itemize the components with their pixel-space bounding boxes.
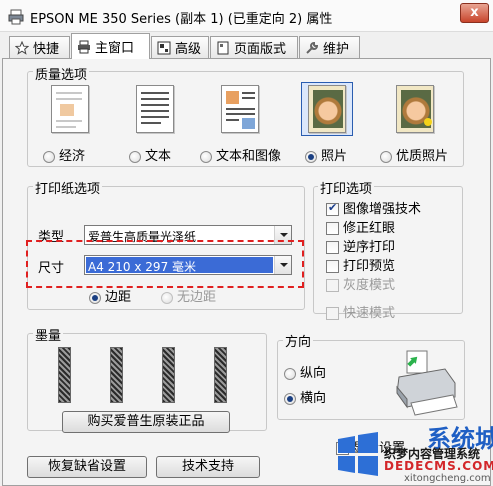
- tab-label: 维护: [323, 42, 350, 57]
- red-eye-checkbox-row[interactable]: 修正红眼: [326, 217, 395, 236]
- close-button[interactable]: x: [460, 3, 489, 23]
- title-bar[interactable]: EPSON ME 350 Series (副本 1) (已重定向 2) 属性 x: [0, 0, 493, 32]
- quality-text-image-option[interactable]: 文本和图像: [200, 145, 281, 164]
- printer-app-icon: [8, 9, 24, 25]
- grayscale-checkbox[interactable]: [326, 279, 339, 292]
- technical-support-button[interactable]: 技术支持: [156, 456, 260, 478]
- image-enhance-checkbox[interactable]: [326, 201, 339, 216]
- paper-size-value: A4 210 x 297 毫米: [88, 260, 197, 274]
- reverse-order-checkbox[interactable]: [326, 241, 339, 254]
- radio-economy[interactable]: [43, 150, 55, 163]
- quality-photo-option[interactable]: 照片: [305, 145, 347, 164]
- tab-maintenance[interactable]: 维护: [299, 36, 360, 58]
- tab-label: 主窗口: [95, 41, 135, 56]
- ink-level-label: 墨量: [33, 325, 64, 344]
- radio-text[interactable]: [129, 150, 141, 163]
- red-eye-checkbox[interactable]: [326, 222, 339, 235]
- borderless-option[interactable]: 无边距: [161, 286, 216, 305]
- reverse-order-checkbox-row[interactable]: 逆序打印: [326, 236, 395, 255]
- ink-cartridge-3: [162, 347, 175, 403]
- watermark-url: xitongcheng.com: [404, 473, 491, 484]
- star-icon: [14, 40, 30, 55]
- paper-size-select[interactable]: A4 210 x 297 毫米: [84, 255, 292, 275]
- quick-mode-checkbox[interactable]: [326, 307, 339, 320]
- wrench-icon: [305, 41, 319, 55]
- photo-quality-icon[interactable]: [301, 82, 353, 136]
- quality-economy-option[interactable]: 经济: [43, 145, 85, 164]
- portrait-option[interactable]: 纵向: [284, 362, 326, 381]
- print-preview-checkbox-row[interactable]: 打印预览: [326, 255, 395, 274]
- tab-shortcut[interactable]: 快捷: [9, 36, 70, 58]
- radio-borderless[interactable]: [161, 291, 173, 304]
- economy-quality-icon[interactable]: [45, 83, 95, 135]
- restore-defaults-button[interactable]: 恢复缺省设置: [27, 456, 147, 478]
- radio-text-image[interactable]: [200, 150, 212, 163]
- print-options-label: 打印选项: [318, 178, 375, 197]
- best-photo-quality-icon[interactable]: [390, 83, 440, 135]
- paper-size-label: 尺寸: [38, 261, 65, 276]
- watermark: 系统城 织梦内容管理系统 DEDECMS.COM xitongcheng.com: [332, 423, 493, 486]
- ink-cartridge-2: [110, 347, 123, 403]
- ink-cartridge-1: [58, 347, 71, 403]
- text-image-quality-icon[interactable]: [215, 83, 265, 135]
- margin-option[interactable]: 边距: [89, 286, 131, 305]
- radio-portrait[interactable]: [284, 367, 296, 380]
- windows-logo: [338, 432, 378, 476]
- tab-label: 页面版式: [234, 42, 287, 57]
- printer-icon: [77, 40, 91, 54]
- radio-best-photo[interactable]: [380, 150, 392, 163]
- quick-mode-checkbox-row[interactable]: 快速模式: [326, 302, 395, 321]
- grayscale-checkbox-row[interactable]: 灰度模式: [326, 274, 395, 293]
- quality-text-option[interactable]: 文本: [129, 145, 171, 164]
- buy-genuine-ink-button[interactable]: 购买爱普生原装正品: [62, 411, 230, 433]
- tab-label: 高级: [175, 42, 202, 57]
- quality-options-label: 质量选项: [33, 64, 90, 83]
- watermark-domain: DEDECMS.COM: [384, 459, 493, 473]
- image-enhance-checkbox-row[interactable]: 图像增强技术: [326, 198, 421, 217]
- window-title: EPSON ME 350 Series (副本 1) (已重定向 2) 属性: [30, 12, 333, 27]
- quality-best-photo-option[interactable]: 优质照片: [380, 145, 448, 164]
- landscape-option[interactable]: 横向: [284, 387, 326, 406]
- radio-landscape[interactable]: [284, 392, 296, 405]
- orientation-label: 方向: [283, 331, 314, 350]
- tab-label: 快捷: [33, 42, 60, 57]
- chevron-down-icon[interactable]: [274, 256, 291, 274]
- page-icon: [216, 41, 230, 55]
- tab-advanced[interactable]: 高级: [151, 36, 209, 58]
- paper-options-label: 打印纸选项: [33, 178, 103, 197]
- tab-page-layout[interactable]: 页面版式: [210, 36, 298, 58]
- ink-cartridge-4: [214, 347, 227, 403]
- radio-margin[interactable]: [89, 291, 101, 304]
- grid-icon: [157, 41, 171, 55]
- print-preview-checkbox[interactable]: [326, 260, 339, 273]
- landscape-printer-icon: [396, 350, 458, 416]
- tab-main[interactable]: 主窗口: [71, 33, 150, 59]
- text-quality-icon[interactable]: [130, 83, 180, 135]
- radio-photo[interactable]: [305, 150, 317, 163]
